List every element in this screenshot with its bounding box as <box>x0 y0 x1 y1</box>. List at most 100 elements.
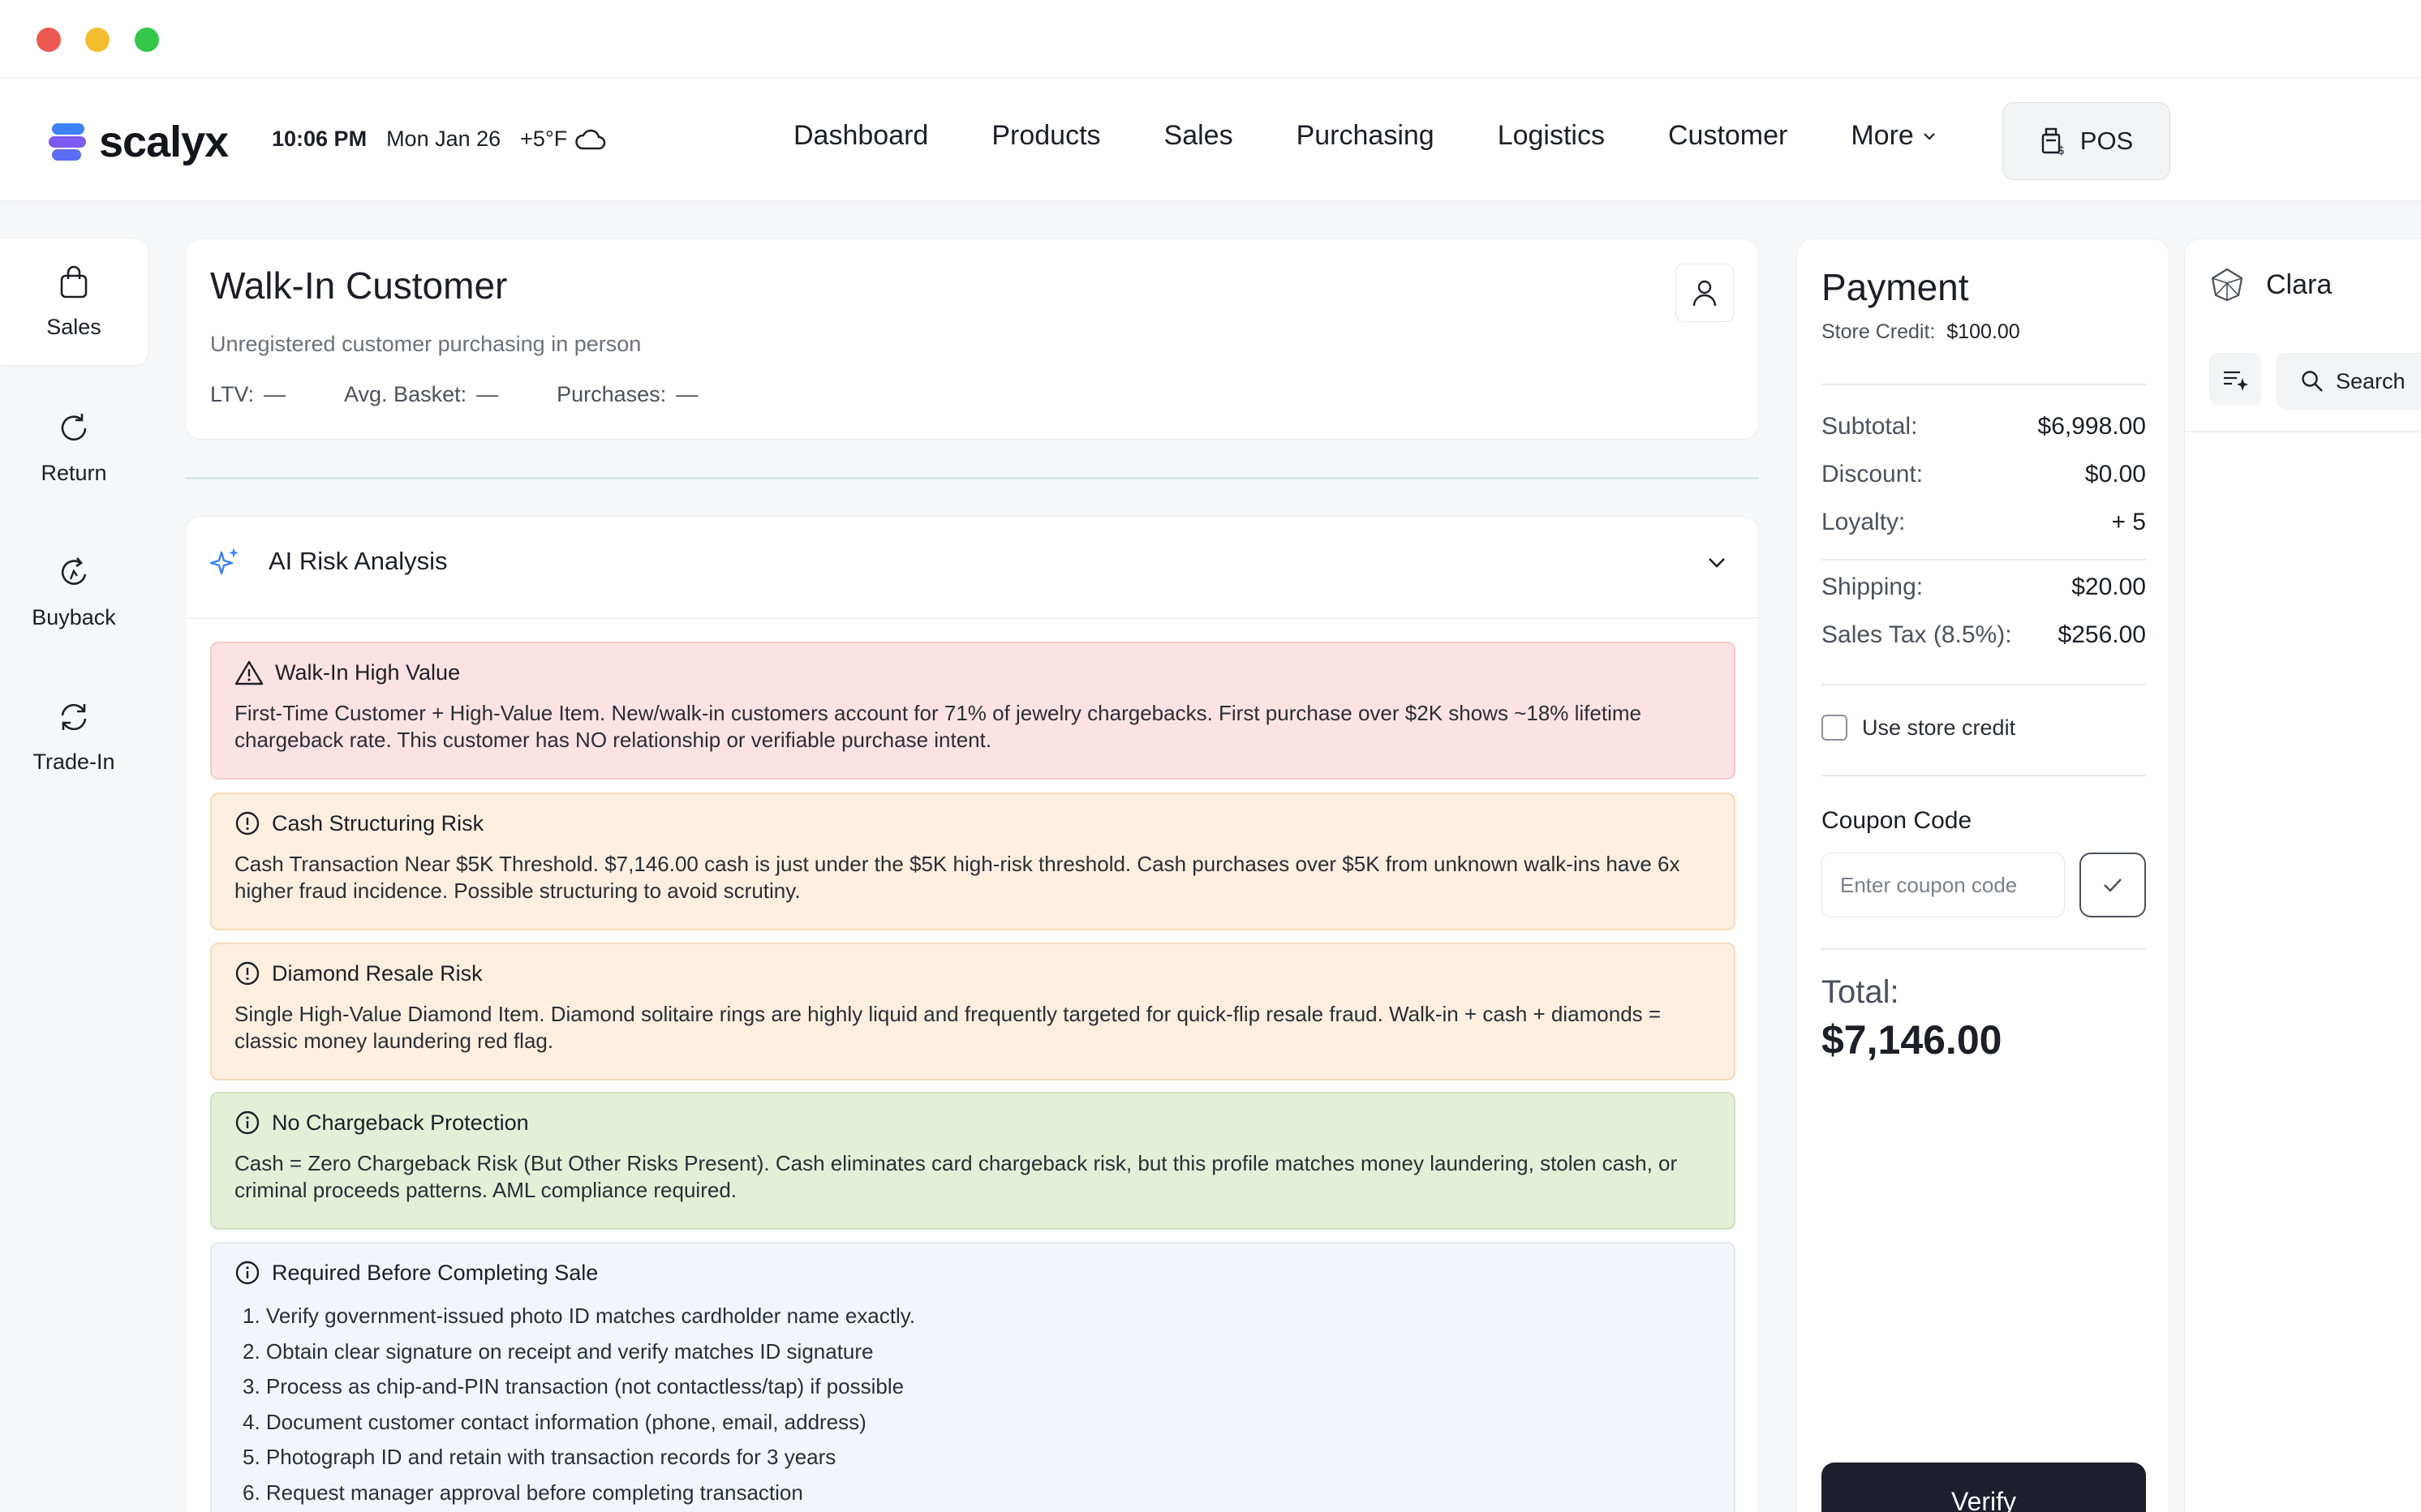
search-icon <box>2302 371 2323 392</box>
register-icon: $ <box>2041 127 2065 156</box>
nav-logistics[interactable]: Logistics <box>1498 120 1605 152</box>
nav-more-menu[interactable]: More <box>1851 120 1937 152</box>
risk-panel-title: AI Risk Analysis <box>269 547 448 575</box>
use-store-credit-checkbox[interactable] <box>1821 715 1847 741</box>
buyback-icon <box>61 556 87 585</box>
alert-body: First-Time Customer + High-Value Item. N… <box>234 701 1641 752</box>
risk-panel-separator <box>186 617 1758 619</box>
assistant-header: Clara <box>2209 267 2332 303</box>
alert-header: No Chargeback Protection <box>234 1110 1711 1136</box>
window-close-button[interactable] <box>37 28 61 52</box>
risk-alert-walk-in-high-value: Walk-In High Value First-Time Customer +… <box>210 642 1735 780</box>
use-store-credit-toggle[interactable]: Use store credit <box>1821 715 2015 741</box>
divider <box>1821 559 2146 561</box>
subtotal-value: $6,998.00 <box>2037 413 2146 440</box>
risk-alert-cash-structuring: Cash Structuring Risk Cash Transaction N… <box>210 793 1735 930</box>
sales-tax-label: Sales Tax (8.5%): <box>1821 621 2012 648</box>
discount-row: Discount: $0.00 <box>1821 461 2146 488</box>
sidebar-item-label: Buyback <box>32 604 116 629</box>
stat-basket-value: — <box>476 382 499 406</box>
required-steps-title: Required Before Completing Sale <box>272 1260 599 1285</box>
stat-ltv-value: — <box>264 382 286 406</box>
assistant-panel: Clara Search <box>2184 238 2421 1512</box>
pos-button[interactable]: $ POS <box>2002 102 2170 180</box>
alert-header: Diamond Resale Risk <box>234 960 1711 986</box>
customer-profile-button[interactable] <box>1675 264 1734 322</box>
nav-purchasing[interactable]: Purchasing <box>1297 120 1434 152</box>
verify-button[interactable]: Verify <box>1821 1463 2146 1512</box>
nav-products[interactable]: Products <box>991 120 1100 152</box>
list-item: 4. Document customer contact information… <box>243 1409 866 1434</box>
shopping-bag-icon <box>60 265 88 298</box>
payment-title: Payment <box>1821 266 1969 308</box>
filter-sparkle-icon <box>2224 371 2248 391</box>
window-minimize-button[interactable] <box>85 28 110 52</box>
alert-circle-icon <box>235 961 260 986</box>
trade-in-icon <box>61 703 87 730</box>
coupon-code-input[interactable] <box>1821 853 2065 917</box>
customer-subtitle: Unregistered customer purchasing in pers… <box>210 332 642 356</box>
chevron-down-icon[interactable] <box>1705 551 1729 575</box>
pos-label: POS <box>2079 127 2134 155</box>
refresh-icon <box>61 413 87 440</box>
info-circle-icon <box>235 1261 260 1285</box>
stat-purchases-label: Purchases: <box>557 382 667 406</box>
payment-panel: Payment Store Credit: $100.00 Subtotal: $… <box>1796 238 2169 1512</box>
gem-icon <box>2211 268 2243 302</box>
subtotal-row: Subtotal: $6,998.00 <box>1821 413 2146 440</box>
logo-mark-icon <box>49 123 86 161</box>
stat-avg-basket: Avg. Basket: — <box>344 382 508 407</box>
nav-sales[interactable]: Sales <box>1164 120 1233 152</box>
required-steps-header: Required Before Completing Sale <box>234 1260 1711 1286</box>
nav-dashboard[interactable]: Dashboard <box>793 120 928 152</box>
assistant-search-button[interactable]: Search <box>2276 353 2421 410</box>
list-item: 2. Obtain clear signature on receipt and… <box>243 1338 874 1364</box>
total-value: $7,146.00 <box>1821 1017 2002 1063</box>
discount-value: $0.00 <box>2084 461 2146 488</box>
sidebar-item-trade-in[interactable]: Trade-In <box>0 673 148 800</box>
shipping-row: Shipping: $20.00 <box>1821 573 2146 601</box>
window-maximize-button[interactable] <box>135 28 159 52</box>
total-label: Total: <box>1821 974 1899 1010</box>
loyalty-label: Loyalty: <box>1821 509 1906 535</box>
assistant-separator <box>2185 431 2421 432</box>
shipping-value: $20.00 <box>2071 573 2146 600</box>
customer-name: Walk-In Customer <box>210 264 508 307</box>
coupon-code-label: Coupon Code <box>1821 807 1972 834</box>
store-credit-value: $100.00 <box>1946 320 2020 343</box>
store-credit-balance: Store Credit: $100.00 <box>1821 320 2020 344</box>
user-icon <box>1692 280 1717 307</box>
stat-ltv: LTV: — <box>210 382 295 407</box>
list-item: 6. Request manager approval before compl… <box>243 1480 803 1505</box>
list-item: 1. Verify government-issued photo ID mat… <box>243 1304 916 1328</box>
brand-name: scalyx <box>99 118 229 166</box>
sidebar-item-buyback[interactable]: Buyback <box>0 529 148 655</box>
alert-body: Cash = Zero Chargeback Risk (But Other R… <box>234 1151 1678 1202</box>
customer-card: Walk-In Customer Unregistered customer p… <box>185 238 1759 440</box>
nav-customer[interactable]: Customer <box>1668 120 1787 152</box>
brand-logo[interactable]: scalyx <box>47 117 229 167</box>
clock-time: 10:06 PM <box>272 127 368 151</box>
sidebar-item-return[interactable]: Return <box>0 384 148 511</box>
alert-title: Diamond Resale Risk <box>272 960 483 986</box>
list-item: 3. Process as chip-and-PIN transaction (… <box>243 1374 905 1398</box>
alert-title: No Chargeback Protection <box>272 1110 529 1135</box>
risk-panel-header[interactable]: AI Risk Analysis <box>210 546 448 577</box>
risk-analysis-panel: AI Risk Analysis Walk-In High Value Firs… <box>185 516 1759 1512</box>
list-item: 5. Photograph ID and retain with transac… <box>243 1445 836 1469</box>
assistant-filter-button[interactable] <box>2209 353 2261 405</box>
sidebar-item-sales[interactable]: Sales <box>0 238 148 365</box>
assistant-search-label: Search <box>2336 368 2406 393</box>
top-navigation: scalyx 10:06 PM Mon Jan 26 +5°F Dashboar… <box>0 78 2421 201</box>
apply-coupon-button[interactable] <box>2079 853 2146 917</box>
alert-header: Walk-In High Value <box>234 659 1711 685</box>
shipping-label: Shipping: <box>1821 573 1924 600</box>
alert-title: Cash Structuring Risk <box>272 810 484 835</box>
nav-more-label: More <box>1851 120 1914 151</box>
loyalty-row: Loyalty: + 5 <box>1821 509 2146 536</box>
required-steps-card: Required Before Completing Sale 1. Verif… <box>210 1242 1735 1512</box>
sales-tax-row: Sales Tax (8.5%): $256.00 <box>1821 621 2146 649</box>
divider <box>1821 684 2146 685</box>
cloud-icon <box>575 129 606 149</box>
alert-header: Cash Structuring Risk <box>234 810 1711 836</box>
